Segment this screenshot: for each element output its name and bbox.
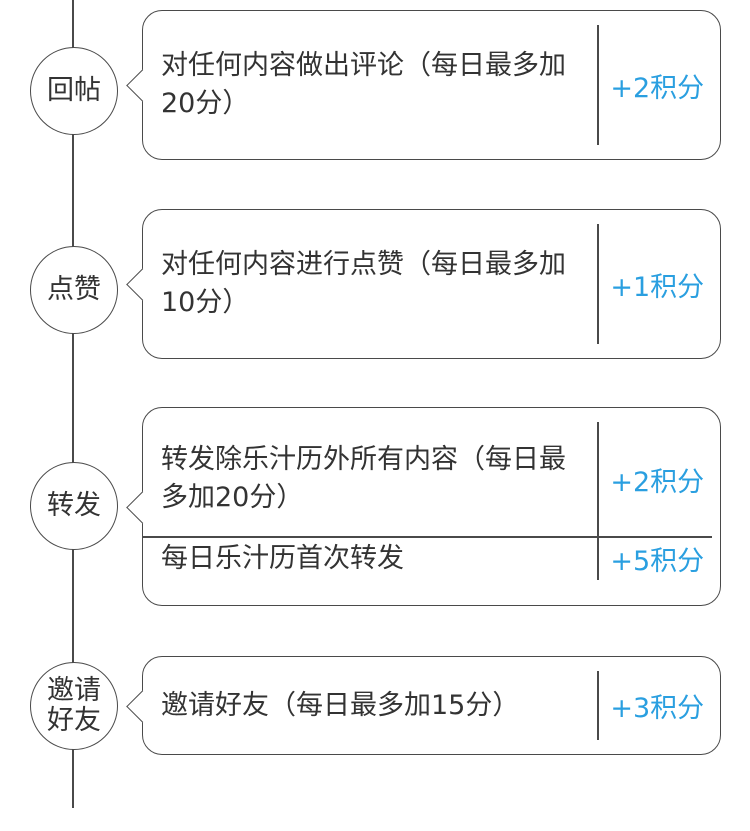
reward-row: 每日乐汁历首次转发 +5积分 xyxy=(143,537,720,590)
timeline-node-invite: 邀请 好友 xyxy=(30,662,118,750)
node-label: 点赞 xyxy=(47,274,101,305)
reward-card-reply: 对任何内容做出评论（每日最多加20分） +2积分 xyxy=(142,10,721,160)
timeline-node-reply: 回帖 xyxy=(30,47,118,135)
reward-description: 对任何内容做出评论（每日最多加20分） xyxy=(161,50,566,119)
reward-row: 邀请好友（每日最多加15分） +3积分 xyxy=(143,657,720,754)
reward-description: 邀请好友（每日最多加15分） xyxy=(161,689,520,721)
reward-card-like: 对任何内容进行点赞（每日最多加10分） +1积分 xyxy=(142,209,721,359)
reward-description: 每日乐汁历首次转发 xyxy=(161,542,404,574)
reward-points: +1积分 xyxy=(610,271,705,303)
reward-card-share: 转发除乐汁历外所有内容（每日最多加20分） +2积分 每日乐汁历首次转发 +5积… xyxy=(142,407,721,606)
reward-row: 对任何内容做出评论（每日最多加20分） +2积分 xyxy=(143,11,720,159)
timeline-node-like: 点赞 xyxy=(30,246,118,334)
reward-points: +2积分 xyxy=(610,466,705,498)
reward-card-invite: 邀请好友（每日最多加15分） +3积分 xyxy=(142,656,721,755)
reward-description: 对任何内容进行点赞（每日最多加10分） xyxy=(161,249,566,318)
node-label: 回帖 xyxy=(47,75,101,106)
timeline-node-share: 转发 xyxy=(30,462,118,550)
reward-row: 转发除乐汁历外所有内容（每日最多加20分） +2积分 xyxy=(143,408,720,536)
node-label-line1: 邀请 xyxy=(47,675,101,706)
reward-points: +2积分 xyxy=(610,72,705,104)
node-label: 转发 xyxy=(47,490,101,521)
reward-points: +5积分 xyxy=(610,546,705,577)
node-label-line2: 好友 xyxy=(47,705,101,736)
reward-row: 对任何内容进行点赞（每日最多加10分） +1积分 xyxy=(143,210,720,358)
reward-description: 转发除乐汁历外所有内容（每日最多加20分） xyxy=(161,444,566,513)
reward-points: +3积分 xyxy=(610,693,705,724)
